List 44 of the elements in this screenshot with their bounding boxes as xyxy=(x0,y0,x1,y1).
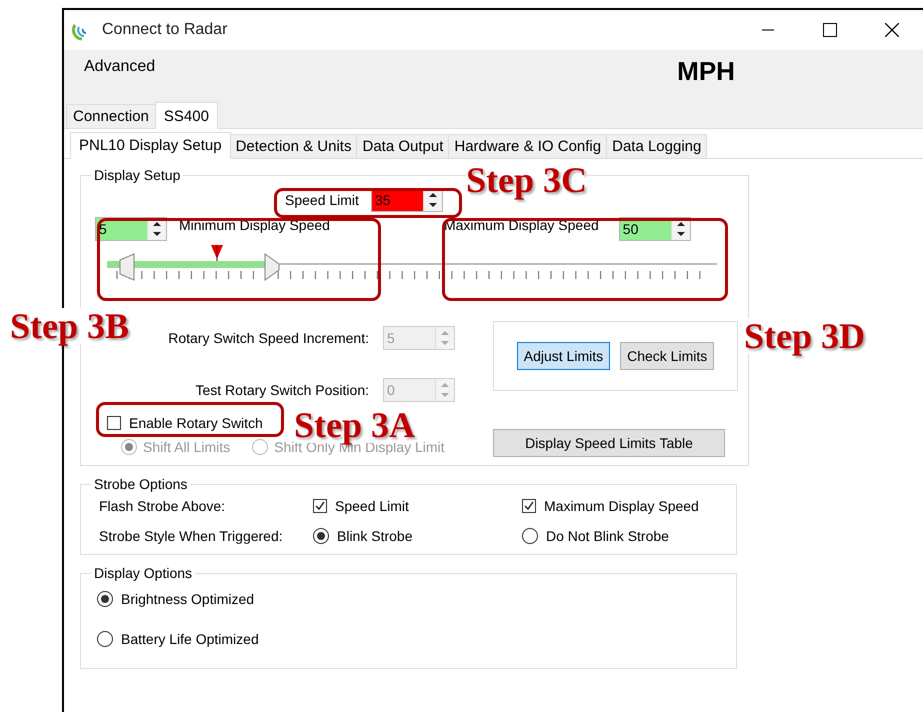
field-label: Test Rotary Switch Position: xyxy=(195,382,369,398)
checkbox-label[interactable]: Enable Rotary Switch xyxy=(129,415,263,431)
number-field[interactable]: 50 xyxy=(618,217,691,241)
checkbox-label[interactable]: Speed Limit xyxy=(335,498,409,514)
radio-button[interactable] xyxy=(97,631,113,647)
radio-label[interactable]: Do Not Blink Strobe xyxy=(546,528,669,544)
field-label: Speed Limit xyxy=(285,192,359,208)
tab[interactable]: Connection xyxy=(66,104,156,128)
field-label: Minimum Display Speed xyxy=(179,217,330,233)
field-label: Flash Strobe Above: xyxy=(99,498,226,514)
menu-item[interactable]: Advanced xyxy=(82,58,158,76)
radio-label[interactable]: Blink Strobe xyxy=(337,528,412,544)
group-title: Display Setup xyxy=(93,167,182,183)
checkbox[interactable] xyxy=(107,416,121,430)
speed-limit-field[interactable]: 35 xyxy=(370,188,443,212)
unit-label: MPH xyxy=(677,56,735,87)
tab[interactable]: Data Logging xyxy=(606,134,708,158)
window-title: Connect to Radar xyxy=(102,21,228,39)
checkbox[interactable] xyxy=(313,499,327,513)
limits-button[interactable]: Adjust Limits xyxy=(516,342,610,370)
checkbox-label[interactable]: Maximum Display Speed xyxy=(544,498,699,514)
step-annotation: Step 3B xyxy=(10,308,130,344)
slider-thumb-icon[interactable] xyxy=(264,253,280,281)
checkbox[interactable] xyxy=(522,499,536,513)
field-label: Maximum Display Speed xyxy=(444,217,599,233)
radio-label[interactable]: Brightness Optimized xyxy=(121,591,254,607)
field-label: Strobe Style When Triggered: xyxy=(99,528,284,544)
radio-button[interactable] xyxy=(313,528,329,544)
tab[interactable]: Data Output xyxy=(356,134,450,158)
tab[interactable]: PNL10 Display Setup xyxy=(70,132,231,159)
slider-thumb-icon[interactable] xyxy=(119,253,135,281)
step-annotation: Step 3D xyxy=(744,318,866,354)
limits-button[interactable]: Check Limits xyxy=(620,342,714,370)
group-title: Strobe Options xyxy=(93,476,188,492)
group-title: Display Options xyxy=(93,565,194,581)
radio-button[interactable] xyxy=(522,528,538,544)
speed-limits-table-button[interactable]: Display Speed Limits Table xyxy=(493,429,725,457)
tab[interactable]: Hardware & IO Config xyxy=(448,134,608,158)
tab[interactable]: Detection & Units xyxy=(230,134,358,158)
field-label: Rotary Switch Speed Increment: xyxy=(168,330,369,346)
radio-button[interactable] xyxy=(97,591,113,607)
number-field[interactable]: 5 xyxy=(95,217,167,241)
radio-label[interactable]: Battery Life Optimized xyxy=(121,631,259,647)
tab[interactable]: SS400 xyxy=(154,102,218,129)
